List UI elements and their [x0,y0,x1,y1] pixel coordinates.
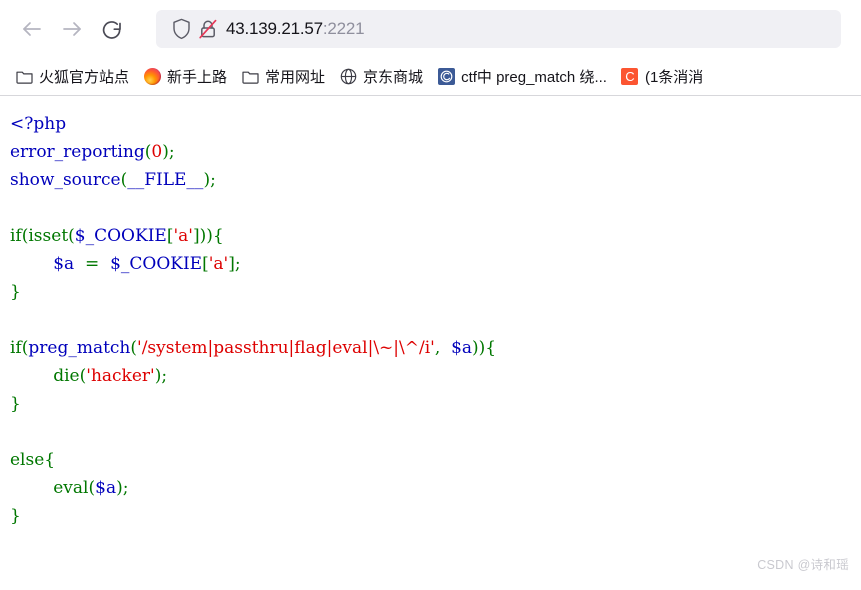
code-token: = [85,254,100,274]
csdn-icon: C [621,68,639,86]
bookmark-item-csdn-article[interactable]: C (1条消消 [614,63,710,91]
code-line: eval($a); [10,478,128,498]
reload-button[interactable] [92,9,132,49]
zhihu-icon [437,68,455,86]
url-host: 43.139.21.57 [226,19,323,38]
code-line: show_source(__FILE__); [10,170,216,190]
browser-window: 43.139.21.57:2221 火狐官方站点 新手上路 常用网址 京东商城 … [0,0,861,590]
code-token: ; [168,142,175,162]
code-token: if [10,226,22,246]
bookmarks-toolbar: 火狐官方站点 新手上路 常用网址 京东商城 ctf中 preg_match 绕.… [0,58,861,96]
bookmark-item-firefox-official[interactable]: 火狐官方站点 [8,63,136,91]
code-token: ] [192,226,200,246]
navigation-toolbar: 43.139.21.57:2221 [0,0,861,58]
url-text[interactable]: 43.139.21.57:2221 [226,19,364,39]
arrow-left-icon [20,17,44,41]
code-line: } [10,282,21,302]
bookmark-label: (1条消消 [644,69,704,86]
arrow-right-icon [60,17,84,41]
code-token: die [53,366,80,386]
code-token: __FILE__ [127,170,204,190]
bookmark-item-common-sites[interactable]: 常用网址 [234,63,332,91]
code-token: )) [199,226,213,246]
code-line: error_reporting(0); [10,142,175,162]
bookmark-label: ctf中 preg_match 绕... [461,69,607,86]
code-token: { [485,338,497,358]
code-line: else{ [10,450,55,470]
reload-icon [100,17,124,41]
bookmark-label: 新手上路 [167,69,228,86]
code-token: )) [472,338,486,358]
page-content: <?php error_reporting(0); show_source(__… [0,96,861,581]
bookmark-item-zhihu-article[interactable]: ctf中 preg_match 绕... [430,63,614,91]
code-token: } [10,506,21,526]
bookmark-label: 火狐官方站点 [39,69,130,86]
code-token: { [212,226,224,246]
code-token: 'a' [173,226,193,246]
code-token: $a [53,254,75,274]
code-token: 0 [151,142,163,162]
back-button[interactable] [12,9,52,49]
folder-icon [241,68,259,86]
code-token: eval [53,478,89,498]
code-token: <?php [10,114,67,134]
lock-crossed-icon[interactable] [194,18,222,40]
firefox-icon [143,68,161,86]
code-token: if [10,338,22,358]
address-bar[interactable]: 43.139.21.57:2221 [156,10,841,48]
code-token: 'a' [208,254,229,274]
code-line: $a = $_COOKIE['a']; [10,254,241,274]
code-token: [ [202,254,209,274]
code-token: ( [68,226,75,246]
url-port: :2221 [322,19,365,38]
code-token: ; [234,254,241,274]
bookmark-label: 京东商城 [363,69,424,86]
forward-button[interactable] [52,9,92,49]
code-token: 'hacker' [86,366,155,386]
code-token: '/system|passthru|flag|eval|\~|\^/i' [137,338,435,358]
bookmark-item-jd-mall[interactable]: 京东商城 [332,63,430,91]
code-token: error_reporting [10,142,145,162]
code-token: ; [161,366,168,386]
code-token: ] [228,254,235,274]
shield-icon[interactable] [168,18,194,40]
code-token: } [10,394,21,414]
code-token: ) [116,478,123,498]
code-token: ; [122,478,129,498]
globe-icon [339,68,357,86]
code-token: show_source [10,170,121,190]
bookmark-label: 常用网址 [265,69,326,86]
folder-icon [15,68,33,86]
code-line: } [10,394,21,414]
code-line: <?php [10,114,66,134]
code-line: } [10,506,21,526]
code-line: die('hacker'); [10,366,167,386]
code-token: $_COOKIE [74,226,167,246]
bookmark-item-getting-started[interactable]: 新手上路 [136,63,234,91]
code-token: $a [451,338,473,358]
php-source-listing: <?php error_reporting(0); show_source(__… [0,96,861,530]
code-token: } [10,282,21,302]
code-token: { [44,450,56,470]
code-token: ; [210,170,216,190]
code-token: $a [95,478,117,498]
code-line: if(preg_match('/system|passthru|flag|eva… [10,338,496,358]
watermark: CSDN @诗和瑶 [757,558,849,572]
code-token: ) [162,142,169,162]
browser-chrome: 43.139.21.57:2221 火狐官方站点 新手上路 常用网址 京东商城 … [0,0,861,96]
code-token: preg_match [28,338,131,358]
code-token: else [10,450,45,470]
code-token: isset [28,226,69,246]
code-line: if(isset($_COOKIE['a'])){ [10,226,224,246]
code-token: $_COOKIE [110,254,203,274]
